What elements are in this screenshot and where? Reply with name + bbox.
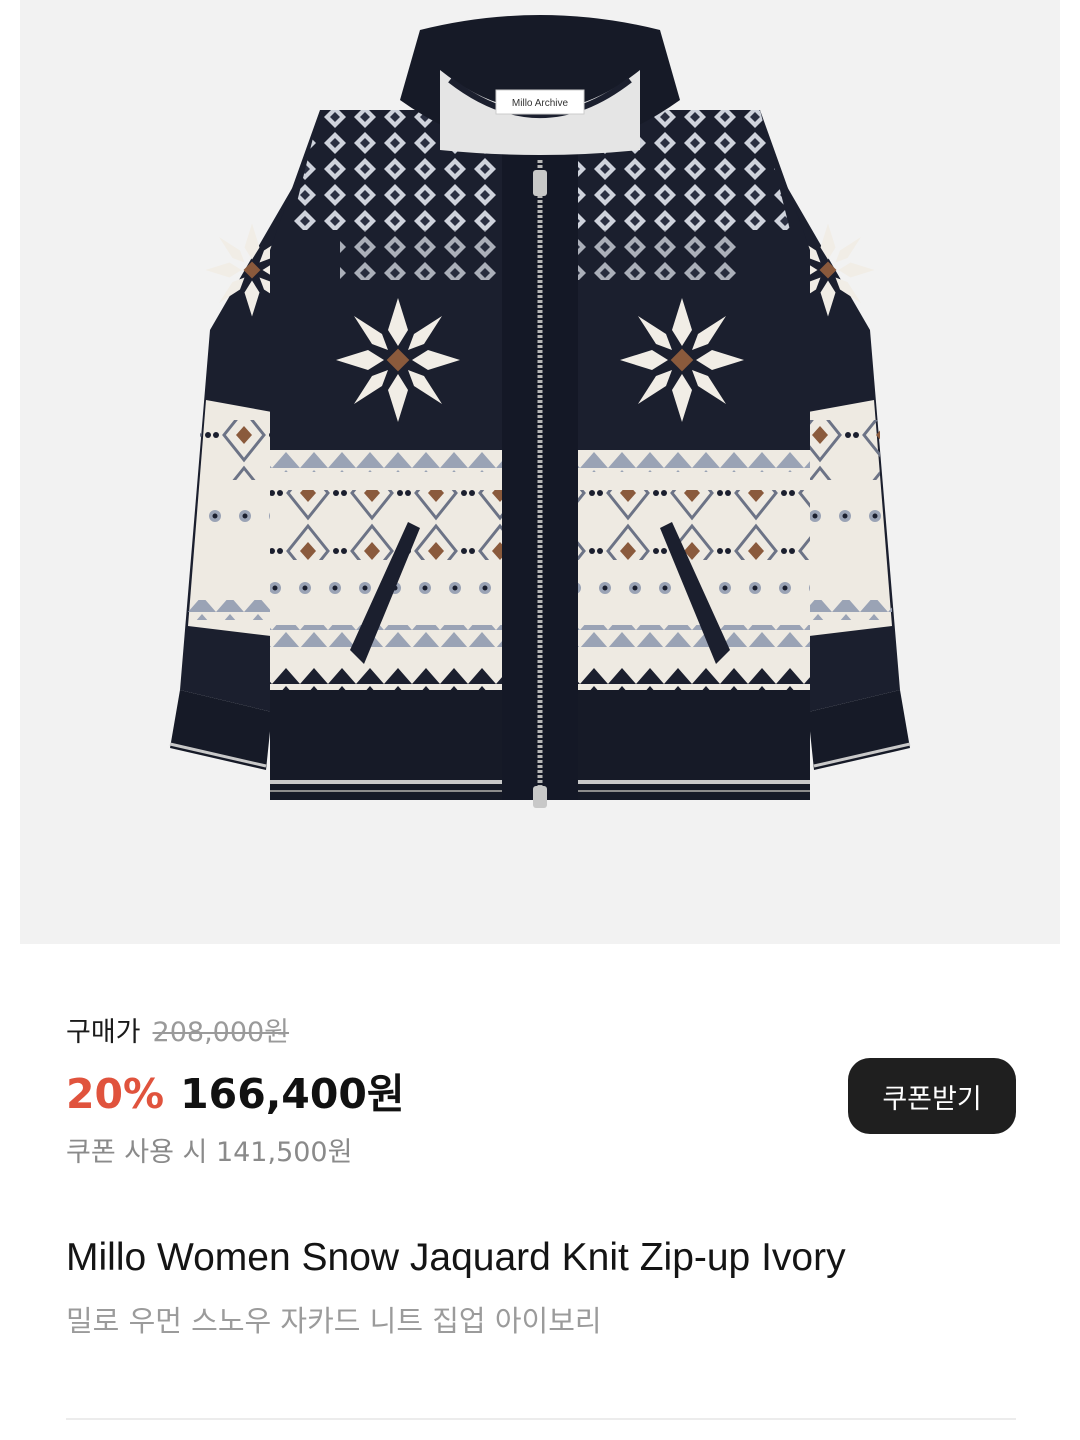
get-coupon-button[interactable]: 쿠폰받기	[848, 1058, 1016, 1134]
discount-rate: 20%	[66, 1070, 165, 1118]
sale-price: 166,400원	[180, 1070, 405, 1118]
coupon-price-text: 쿠폰 사용 시 141,500원	[66, 1137, 353, 1168]
divider	[66, 1418, 1016, 1420]
brand-label: Millo Archive	[512, 98, 569, 109]
product-name-ko: 밀로 우먼 스노우 자카드 니트 집업 아이보리	[66, 1304, 602, 1338]
sale-price-row: 20% 166,400원	[66, 1060, 405, 1120]
product-name-en: Millo Women Snow Jaquard Knit Zip-up Ivo…	[66, 1236, 846, 1279]
purchase-label: 구매가	[66, 1017, 141, 1048]
price-block: 구매가 208,000원 20% 166,400원 쿠폰 사용 시 141,50…	[66, 1010, 405, 1169]
original-price: 208,000원	[152, 1017, 290, 1048]
product-image[interactable]: Millo Archive	[20, 0, 1060, 944]
cardigan-illustration: Millo Archive	[169, 15, 911, 808]
purchase-price-row: 구매가 208,000원	[66, 1010, 405, 1052]
